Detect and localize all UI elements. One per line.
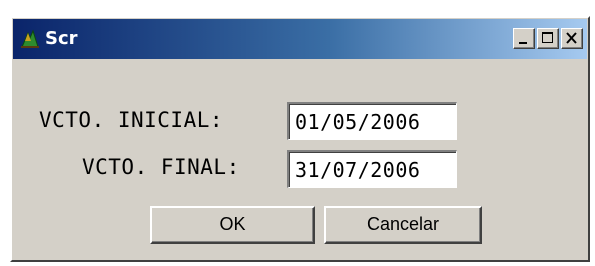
- window-title: Scr: [45, 28, 78, 49]
- vcto-final-value: 31/07/2006: [295, 158, 421, 182]
- close-icon: [566, 32, 577, 44]
- title-bar[interactable]: Scr: [13, 19, 587, 59]
- cancel-button[interactable]: Cancelar: [324, 206, 482, 244]
- app-icon: [19, 29, 41, 49]
- vcto-inicial-input[interactable]: 01/05/2006: [287, 102, 457, 140]
- ok-button[interactable]: OK: [150, 206, 315, 244]
- minimize-button[interactable]: [513, 28, 535, 49]
- dialog-window: Scr VCTO. INICIAL: 01/05/2006 VCTO. FINA…: [10, 16, 590, 262]
- close-button[interactable]: [561, 28, 583, 49]
- vcto-inicial-label: VCTO. INICIAL:: [39, 108, 224, 132]
- maximize-button[interactable]: [537, 28, 559, 49]
- vcto-final-input[interactable]: 31/07/2006: [287, 150, 457, 188]
- vcto-final-label: VCTO. FINAL:: [82, 155, 240, 179]
- minimize-icon: [519, 42, 527, 44]
- maximize-icon: [542, 32, 553, 43]
- vcto-inicial-value: 01/05/2006: [295, 110, 421, 134]
